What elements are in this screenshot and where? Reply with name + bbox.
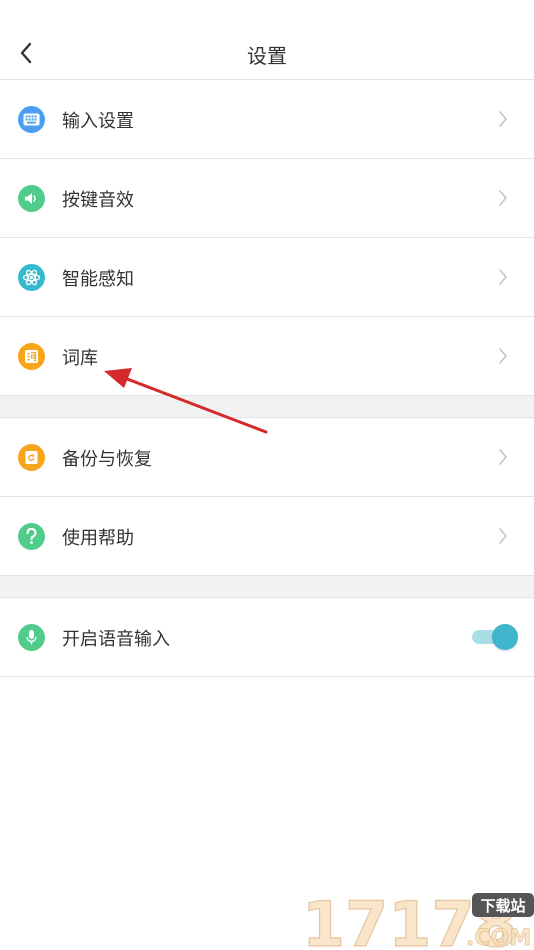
header: 设置 — [0, 0, 534, 80]
settings-item-dictionary[interactable]: 词库 — [0, 317, 534, 396]
watermark-badge: 下载站 — [480, 897, 525, 915]
settings-item-smart-sense[interactable]: 智能感知 — [0, 238, 534, 317]
keyboard-icon — [18, 106, 45, 133]
settings-item-label: 备份与恢复 — [62, 449, 152, 470]
settings-item-label: 输入设置 — [62, 111, 134, 132]
backup-icon — [18, 444, 45, 471]
settings-item-label: 词库 — [62, 348, 98, 369]
settings-item-label: 使用帮助 — [62, 528, 134, 549]
settings-item-key-sound[interactable]: 按键音效 — [0, 159, 534, 238]
page-title: 设置 — [247, 44, 287, 68]
voice-input-toggle[interactable] — [472, 623, 518, 651]
chevron-right-icon — [499, 111, 507, 127]
section-divider — [0, 396, 534, 418]
settings-item-label: 开启语音输入 — [62, 629, 170, 650]
chevron-right-icon — [499, 269, 507, 285]
section-divider — [0, 576, 534, 598]
watermark-suffix: .COM — [466, 926, 531, 950]
settings-item-backup[interactable]: 备份与恢复 — [0, 418, 534, 497]
chevron-right-icon — [499, 528, 507, 544]
chevron-right-icon — [499, 449, 507, 465]
chevron-right-icon — [499, 190, 507, 206]
speaker-icon — [18, 185, 45, 212]
settings-item-help[interactable]: 使用帮助 — [0, 497, 534, 576]
settings-item-label: 智能感知 — [62, 269, 134, 290]
settings-item-input[interactable]: 输入设置 — [0, 80, 534, 159]
settings-item-voice-input: 开启语音输入 — [0, 598, 534, 677]
settings-item-label: 按键音效 — [62, 190, 134, 211]
toggle-knob — [492, 624, 518, 650]
chevron-right-icon — [499, 348, 507, 364]
watermark-logo: 17178 下载站 .COM — [301, 887, 534, 950]
atom-icon — [18, 264, 45, 291]
microphone-icon — [18, 624, 45, 651]
dictionary-icon — [18, 343, 45, 370]
help-icon — [18, 523, 45, 550]
